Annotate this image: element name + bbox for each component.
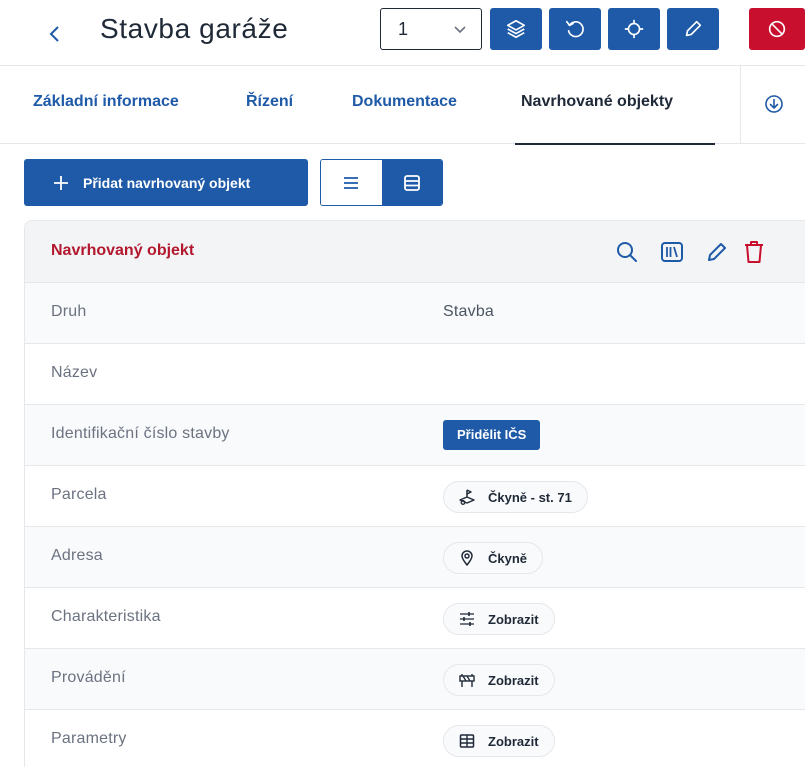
block-icon bbox=[768, 20, 786, 38]
pencil-icon bbox=[685, 20, 702, 37]
characteristics-chip-label: Zobrazit bbox=[488, 611, 539, 627]
row-label: Parcela bbox=[51, 486, 107, 503]
chevron-left-icon bbox=[49, 26, 59, 42]
table-rows-icon bbox=[403, 174, 420, 191]
active-tab-indicator bbox=[515, 143, 715, 145]
refresh-icon bbox=[565, 20, 584, 38]
row-label: Adresa bbox=[51, 547, 103, 564]
edit-button[interactable] bbox=[667, 8, 719, 50]
library-icon bbox=[661, 242, 683, 262]
parcel-chip[interactable]: Čkyně - st. 71 bbox=[443, 481, 588, 513]
list-view-button[interactable] bbox=[321, 160, 382, 205]
more-tabs-button[interactable] bbox=[763, 93, 785, 115]
locate-button[interactable] bbox=[608, 8, 660, 50]
refresh-button[interactable] bbox=[549, 8, 601, 50]
pencil-icon bbox=[708, 243, 726, 261]
row-label: Parametry bbox=[51, 730, 127, 747]
address-chip-label: Čkyně bbox=[488, 550, 528, 566]
cancel-button[interactable] bbox=[749, 8, 805, 50]
version-select-value: 1 bbox=[398, 19, 409, 39]
tabs-divider bbox=[740, 66, 741, 144]
tab-navrhovane-objekty[interactable]: Navrhované objekty bbox=[521, 93, 673, 111]
page-title: Stavba garáže bbox=[100, 13, 289, 44]
card-title: Navrhovaný objekt bbox=[51, 242, 195, 259]
object-card: Navrhovaný objekt Druh Stavba Název Iden… bbox=[24, 220, 805, 767]
row-adresa: Adresa Čkyně bbox=[25, 527, 805, 588]
row-value: Stavba bbox=[443, 303, 495, 320]
row-parcela: Parcela Čkyně - st. 71 bbox=[25, 466, 805, 527]
table-icon bbox=[459, 734, 475, 748]
page-header: Stavba garáže 1 bbox=[0, 0, 805, 66]
version-select[interactable]: 1 bbox=[380, 8, 482, 50]
row-ics: Identifikační číslo stavby Přidělit IČS bbox=[25, 405, 805, 466]
row-label: Charakteristika bbox=[51, 608, 161, 625]
parcel-icon bbox=[459, 489, 475, 505]
location-pin-icon bbox=[461, 550, 473, 566]
plus-icon bbox=[54, 175, 68, 190]
tab-bar: Základní informace Řízení Dokumentace Na… bbox=[0, 66, 805, 145]
tab-rizeni[interactable]: Řízení bbox=[246, 93, 293, 111]
execution-chip[interactable]: Zobrazit bbox=[443, 664, 555, 696]
row-label: Název bbox=[51, 364, 98, 381]
card-header: Navrhovaný objekt bbox=[25, 221, 805, 283]
chevron-down-icon bbox=[454, 26, 466, 34]
card-edit-button[interactable] bbox=[704, 239, 730, 265]
row-label: Druh bbox=[51, 303, 87, 320]
card-library-button[interactable] bbox=[659, 239, 685, 265]
add-object-label: Přidat navrhovaný objekt bbox=[83, 174, 251, 191]
search-icon bbox=[617, 242, 637, 262]
row-druh: Druh Stavba bbox=[25, 283, 805, 344]
crosshair-icon bbox=[624, 19, 644, 39]
table-view-button[interactable] bbox=[381, 160, 442, 205]
menu-lines-icon bbox=[344, 176, 359, 189]
row-label: Provádění bbox=[51, 669, 126, 686]
arrow-down-circle-icon bbox=[765, 95, 783, 113]
view-toggle bbox=[320, 159, 443, 206]
parameters-chip-label: Zobrazit bbox=[488, 733, 539, 749]
assign-ics-button[interactable]: Přidělit IČS bbox=[443, 420, 541, 450]
trash-icon bbox=[745, 241, 763, 263]
tab-dokumentace[interactable]: Dokumentace bbox=[352, 93, 457, 111]
row-charakteristika: Charakteristika Zobrazit bbox=[25, 588, 805, 649]
row-nazev: Název bbox=[25, 344, 805, 405]
back-button[interactable] bbox=[48, 20, 68, 48]
row-parametry: Parametry Zobrazit bbox=[25, 710, 805, 767]
parameters-chip[interactable]: Zobrazit bbox=[443, 725, 555, 757]
row-provadeni: Provádění Zobrazit bbox=[25, 649, 805, 710]
parcel-chip-label: Čkyně - st. 71 bbox=[488, 489, 572, 505]
card-delete-button[interactable] bbox=[741, 239, 767, 265]
layers-button[interactable] bbox=[490, 8, 542, 50]
roadblock-icon bbox=[459, 674, 475, 687]
card-search-button[interactable] bbox=[614, 239, 640, 265]
characteristics-chip[interactable]: Zobrazit bbox=[443, 603, 555, 635]
execution-chip-label: Zobrazit bbox=[488, 672, 539, 688]
address-chip[interactable]: Čkyně bbox=[443, 542, 544, 574]
sliders-icon bbox=[460, 612, 474, 626]
layers-icon bbox=[506, 19, 526, 39]
row-label: Identifikační číslo stavby bbox=[51, 425, 230, 442]
tab-zakladni-informace[interactable]: Základní informace bbox=[33, 93, 179, 111]
add-object-button[interactable]: Přidat navrhovaný objekt bbox=[24, 159, 308, 206]
